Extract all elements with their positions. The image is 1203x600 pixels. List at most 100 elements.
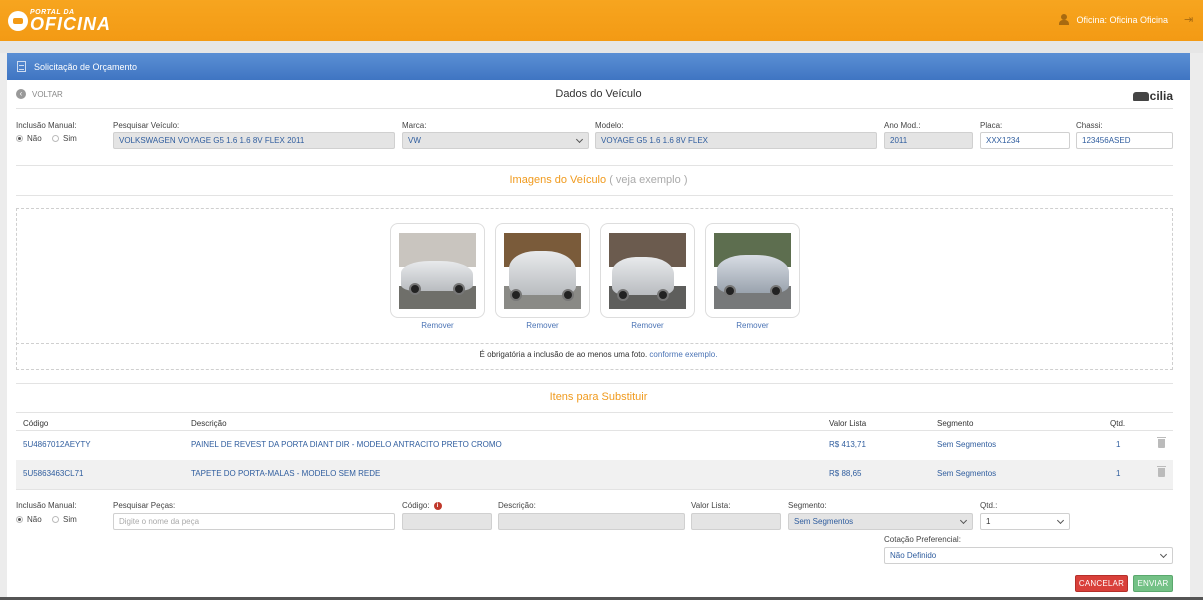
column-header-qty: Qtd.: [1110, 419, 1126, 428]
year-label: Ano Mod.:: [884, 121, 921, 130]
divider: [16, 343, 1173, 344]
manual-yes-radio[interactable]: Sim: [52, 134, 77, 143]
part-manual-yes-radio[interactable]: Sim: [52, 515, 77, 524]
part-manual-label: Inclusão Manual:: [16, 501, 77, 510]
plate-label: Placa:: [980, 121, 1003, 130]
part-code-input[interactable]: [402, 513, 492, 530]
radio-dot-selected: [16, 516, 23, 523]
vehicle-search-input[interactable]: VOLKSWAGEN VOYAGE G5 1.6 1.6 8V FLEX 201…: [113, 132, 395, 149]
part-description-label: Descrição:: [498, 501, 536, 510]
car-photo-rear[interactable]: [504, 232, 581, 309]
car-photo-rear-side[interactable]: [399, 232, 476, 309]
part-price-label: Valor Lista:: [691, 501, 731, 510]
user-icon: [1059, 14, 1070, 25]
remove-photo-link[interactable]: Remover: [495, 321, 590, 330]
divider: [16, 108, 1173, 109]
row-qty: 1: [1116, 469, 1121, 478]
logo-car-icon: [8, 11, 28, 31]
divider: [16, 383, 1173, 384]
row-price: R$ 88,65: [829, 469, 862, 478]
row-segment[interactable]: Sem Segmentos: [937, 440, 996, 449]
divider: [16, 165, 1173, 166]
divider: [16, 195, 1173, 196]
car-photo-card: [705, 223, 800, 318]
car-photo-card: [390, 223, 485, 318]
column-header-description: Descrição: [191, 419, 227, 428]
divider: [16, 489, 1173, 490]
table-row[interactable]: 5U5863463CL71 TAPETE DO PORTA-MALAS - MO…: [16, 460, 1173, 489]
logout-icon[interactable]: ⇥: [1184, 13, 1196, 26]
top-header: PORTAL DA OFICINA Oficina: Oficina Ofici…: [0, 0, 1203, 41]
manual-inclusion-label: Inclusão Manual:: [16, 121, 77, 130]
row-code: 5U5863463CL71: [23, 469, 84, 478]
cancel-button[interactable]: CANCELAR: [1075, 575, 1128, 592]
photos-dropzone[interactable]: [16, 208, 1173, 370]
items-section-title: Itens para Substituir: [549, 391, 648, 403]
preferred-quote-select[interactable]: Não Definido: [884, 547, 1173, 564]
vehicle-section-title: Dados do Veículo: [555, 88, 642, 100]
radio-dot: [52, 135, 59, 142]
chevron-down-icon: [1056, 516, 1065, 525]
trash-icon[interactable]: [1157, 437, 1166, 448]
part-price-input[interactable]: [691, 513, 781, 530]
user-menu[interactable]: Oficina: Oficina Oficina: [1059, 14, 1168, 25]
row-description: TAPETE DO PORTA-MALAS - MODELO SEM REDE: [191, 469, 381, 478]
chevron-down-icon: [575, 135, 584, 144]
radio-dot-selected: [16, 135, 23, 142]
example-link[interactable]: conforme exemplo.: [649, 350, 717, 359]
model-input[interactable]: VOYAGE G5 1.6 1.6 8V FLEX: [595, 132, 877, 149]
part-search-input[interactable]: Digite o nome da peça: [113, 513, 395, 530]
panel-header: Solicitação de Orçamento: [7, 53, 1190, 80]
row-description: PAINEL DE REVEST DA PORTA DIANT DIR - MO…: [191, 440, 502, 449]
trash-icon[interactable]: [1157, 466, 1166, 477]
images-section-title: Imagens do Veículo ( veja exemplo ): [509, 174, 688, 186]
manual-no-radio[interactable]: Não: [16, 134, 42, 143]
budget-request-panel: Solicitação de Orçamento ‹ VOLTAR Dados …: [7, 53, 1190, 600]
part-description-input[interactable]: [498, 513, 685, 530]
part-code-label: Código: i: [402, 501, 442, 510]
part-search-label: Pesquisar Peças:: [113, 501, 176, 510]
background-strip: [0, 41, 1203, 53]
row-price: R$ 413,71: [829, 440, 866, 449]
send-button[interactable]: ENVIAR: [1133, 575, 1173, 592]
document-icon: [17, 61, 26, 72]
year-input[interactable]: 2011: [884, 132, 973, 149]
chassis-input[interactable]: 123456ASED: [1076, 132, 1173, 149]
part-segment-label: Segmento:: [788, 501, 827, 510]
car-photo-front-side[interactable]: [714, 232, 791, 309]
column-header-price: Valor Lista: [829, 419, 867, 428]
user-label: Oficina: Oficina Oficina: [1076, 14, 1168, 25]
preferred-quote-label: Cotação Preferencial:: [884, 535, 961, 544]
remove-photo-link[interactable]: Remover: [600, 321, 695, 330]
part-segment-select[interactable]: Sem Segmentos: [788, 513, 973, 530]
cilia-logo: cilia: [1132, 89, 1173, 103]
vehicle-search-label: Pesquisar Veículo:: [113, 121, 180, 130]
remove-photo-link[interactable]: Remover: [705, 321, 800, 330]
chevron-down-icon: [959, 516, 968, 525]
row-code: 5U4867012AEYTY: [23, 440, 91, 449]
column-header-segment: Segmento: [937, 419, 974, 428]
part-manual-no-radio[interactable]: Não: [16, 515, 42, 524]
row-segment[interactable]: Sem Segmentos: [937, 469, 996, 478]
plate-input[interactable]: XXX1234: [980, 132, 1070, 149]
row-qty: 1: [1116, 440, 1121, 449]
brand-select[interactable]: VW: [402, 132, 589, 149]
photo-requirement-note: É obrigatória a inclusão de ao menos uma…: [479, 350, 718, 359]
brand-label: Marca:: [402, 121, 427, 130]
column-header-code: Código: [23, 419, 49, 428]
chevron-down-icon: [1159, 550, 1168, 559]
model-label: Modelo:: [595, 121, 624, 130]
logo-text: PORTAL DA OFICINA: [30, 9, 111, 34]
see-example-link[interactable]: veja exemplo: [616, 174, 681, 186]
divider: [16, 412, 1173, 413]
part-qty-select[interactable]: 1: [980, 513, 1070, 530]
cilia-car-icon: [1132, 91, 1149, 101]
car-photo-card: [495, 223, 590, 318]
portal-logo[interactable]: PORTAL DA OFICINA: [8, 9, 111, 33]
part-qty-label: Qtd.:: [980, 501, 998, 510]
table-row[interactable]: 5U4867012AEYTY PAINEL DE REVEST DA PORTA…: [16, 431, 1173, 460]
remove-photo-link[interactable]: Remover: [390, 321, 485, 330]
chassis-label: Chassi:: [1076, 121, 1103, 130]
car-photo-rear-street[interactable]: [609, 232, 686, 309]
info-icon[interactable]: i: [433, 501, 442, 510]
